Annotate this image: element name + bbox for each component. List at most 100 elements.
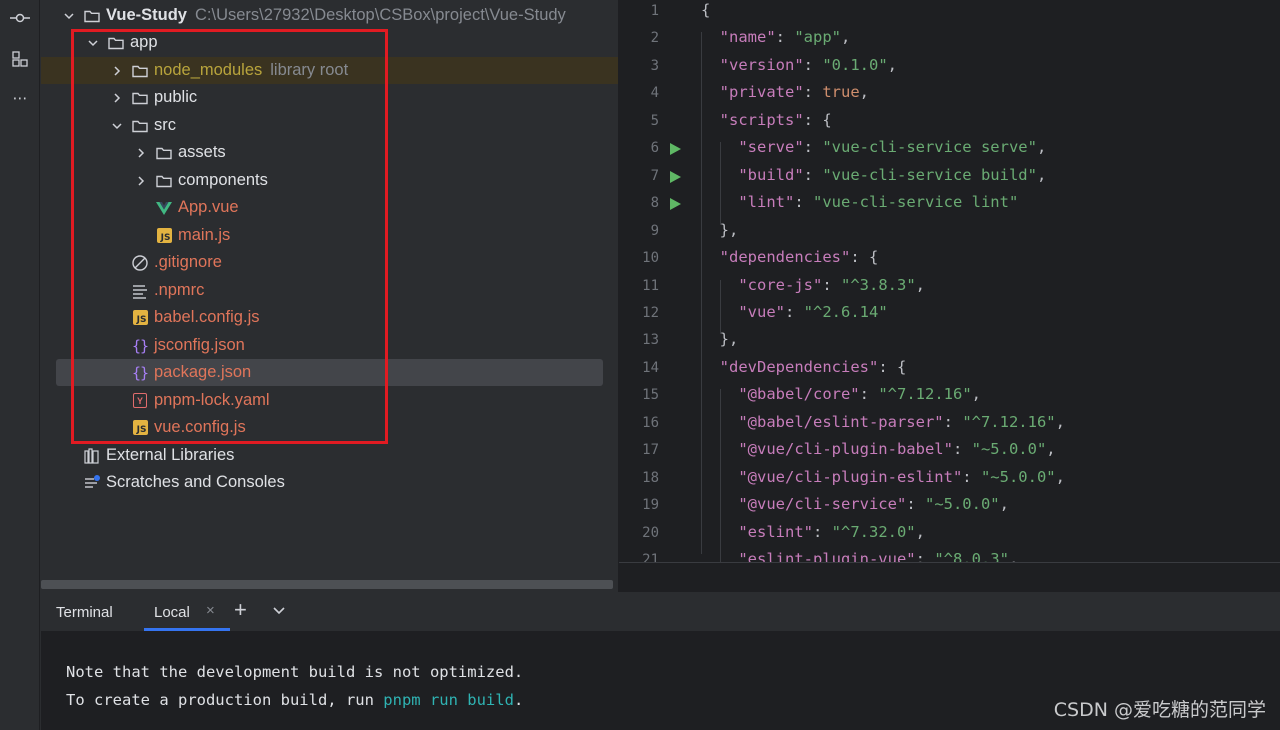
chevron-down-icon[interactable] xyxy=(270,602,288,620)
tree-item-gitignore[interactable]: .gitignore xyxy=(41,249,618,276)
chevron-right-icon[interactable] xyxy=(133,173,149,189)
tree-item-label: public xyxy=(154,88,198,106)
code-token: : xyxy=(859,385,879,404)
chevron-down-icon[interactable] xyxy=(109,118,125,134)
chevron-right-icon[interactable] xyxy=(109,63,125,79)
code-token: , xyxy=(971,385,981,404)
chevron-right-icon[interactable] xyxy=(109,90,125,106)
line-number: 9 xyxy=(650,222,659,239)
line-number: 17 xyxy=(642,442,659,459)
structure-icon[interactable] xyxy=(0,45,40,73)
add-tab-icon[interactable]: + xyxy=(234,597,247,623)
tree-item-jsconfig[interactable]: {} jsconfig.json xyxy=(41,332,618,359)
chevron-down-icon[interactable] xyxy=(61,8,77,24)
code-line: "private": true, xyxy=(701,83,869,101)
line-number: 10 xyxy=(642,250,659,267)
code-editor[interactable]: 1 {2 "name": "app", 3 "version": "0.1.0", 4… xyxy=(619,0,1280,562)
code-token: : xyxy=(775,28,795,47)
code-token: "vue-cli-service lint" xyxy=(813,193,1019,212)
tree-item-main-js[interactable]: JS main.js xyxy=(41,222,618,249)
code-token: "@vue/cli-plugin-babel" xyxy=(738,440,953,459)
run-icon[interactable] xyxy=(668,197,682,211)
commit-icon[interactable] xyxy=(0,4,40,32)
code-line: "serve": "vue-cli-service serve", xyxy=(701,138,1046,156)
terminal-text: . xyxy=(513,691,524,709)
tree-item-public[interactable]: public xyxy=(41,84,618,111)
code-token: "eslint-plugin-vue" xyxy=(738,550,916,562)
line-number: 15 xyxy=(642,387,659,404)
terminal-header: Terminal Local × + xyxy=(41,593,1280,631)
library-icon xyxy=(83,447,101,465)
line-number: 20 xyxy=(642,524,659,541)
js-badge: JS xyxy=(132,420,148,435)
tree-item-app[interactable]: app xyxy=(41,29,618,56)
braces-glyph: {} xyxy=(131,336,149,355)
line-number: 13 xyxy=(642,332,659,349)
code-token: "~5.0.0" xyxy=(971,440,1047,459)
run-icon[interactable] xyxy=(668,142,682,156)
tree-item-vue-study[interactable]: Vue-Study C:\Users\27932\Desktop\CSBox\pr… xyxy=(41,2,618,29)
tree-item-label: App.vue xyxy=(178,198,239,216)
line-number: 18 xyxy=(642,469,659,486)
code-line: "lint": "vue-cli-service lint" xyxy=(701,193,1018,211)
code-token: : xyxy=(943,412,963,431)
code-line: "eslint-plugin-vue": "^8.0.3", xyxy=(701,550,1018,562)
code-token: "@vue/cli-service" xyxy=(738,495,907,514)
line-number: 5 xyxy=(650,112,659,129)
code-line: "build": "vue-cli-service build", xyxy=(701,166,1046,184)
tree-item-babel-config[interactable]: JS babel.config.js xyxy=(41,304,618,331)
close-icon[interactable]: × xyxy=(206,602,215,619)
code-line: "devDependencies": { xyxy=(701,358,907,376)
tree-item-external-libraries[interactable]: External Libraries xyxy=(41,442,618,469)
code-token: "eslint" xyxy=(738,522,813,541)
tree-item-pnpm-lock[interactable]: Ypnpm-lock.yaml xyxy=(41,387,618,414)
tree-item-label: src xyxy=(154,116,176,134)
watermark: CSDN @爱吃糖的范同学 xyxy=(1053,699,1266,721)
code-line: "scripts": { xyxy=(701,111,832,129)
code-line: "name": "app", xyxy=(701,28,851,47)
line-number: 7 xyxy=(650,167,659,184)
project-path: C:\Users\27932\Desktop\CSBox\project\Vue… xyxy=(194,6,566,24)
folder-icon xyxy=(131,62,149,80)
folder-icon xyxy=(155,172,173,190)
code-line: { xyxy=(701,1,710,19)
tree-item-assets[interactable]: assets xyxy=(41,139,618,166)
tree-item-package-json[interactable]: {} package.json xyxy=(56,359,603,386)
chevron-down-icon[interactable] xyxy=(85,35,101,51)
js-file-icon: JS xyxy=(155,227,173,245)
tree-item-vue-config[interactable]: JS vue.config.js xyxy=(41,414,618,441)
code-token: }, xyxy=(701,330,739,349)
terminal-panel: Terminal Local × + Note that the develop… xyxy=(41,593,1280,730)
terminal-tab-local[interactable]: Local × xyxy=(144,593,230,631)
more-icon[interactable]: ⋯ xyxy=(0,84,40,112)
code-token: : xyxy=(812,522,832,541)
code-token: , xyxy=(1055,467,1065,486)
run-icon[interactable] xyxy=(668,170,682,184)
terminal-title[interactable]: Terminal xyxy=(56,604,113,621)
tree-item-npmrc[interactable]: .npmrc xyxy=(41,277,618,304)
tree-item-src[interactable]: src xyxy=(41,112,618,139)
code-token: "^8.0.3" xyxy=(934,550,1009,562)
tree-item-components[interactable]: components xyxy=(41,167,618,194)
tree-item-label: Scratches and Consoles xyxy=(106,473,285,491)
tree-item-node-modules[interactable]: node_modules library root xyxy=(41,57,618,84)
tree-item-label: app xyxy=(130,33,158,51)
scratch-icon xyxy=(83,474,101,492)
code-token: }, xyxy=(701,220,739,239)
tree-item-app-vue[interactable]: App.vue xyxy=(41,194,618,221)
code-token: "^7.12.16" xyxy=(962,412,1056,431)
code-token: : xyxy=(794,193,813,212)
code-token: , xyxy=(859,83,870,102)
tree-item-scratches[interactable]: Scratches and Consoles xyxy=(41,469,618,496)
chevron-right-icon[interactable] xyxy=(133,145,149,161)
tree-horizontal-scrollbar[interactable] xyxy=(41,580,613,589)
terminal-output-line: Note that the development build is not o… xyxy=(66,663,524,681)
